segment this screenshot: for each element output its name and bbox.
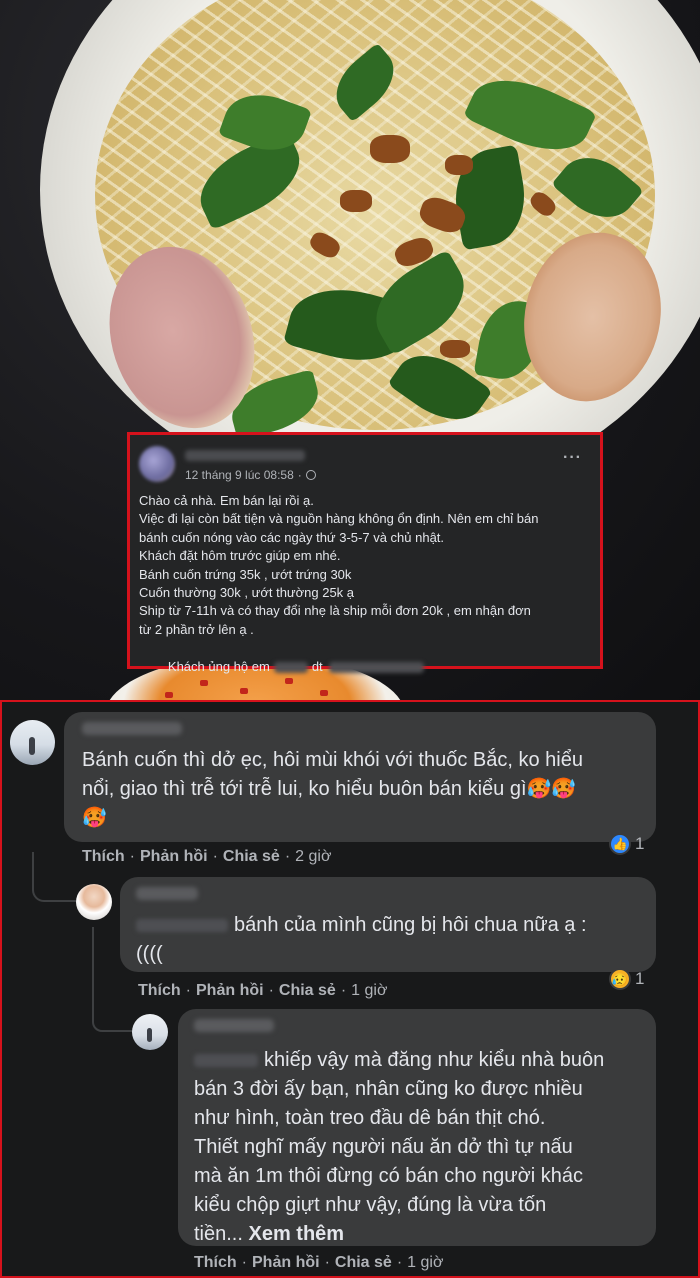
share-button[interactable]: Chia sẻ [279, 982, 336, 1000]
post-line: Cuốn thường 30k , ướt thường 25k ạ [139, 585, 355, 601]
screenshot: 12 tháng 9 lúc 08:58 · ··· Chào cả nhà. … [0, 0, 700, 1278]
redacted-name [273, 661, 308, 673]
comment-line: bánh của mình cũng bị hôi chua nữa ạ : [136, 911, 642, 940]
reaction-count: 1 [635, 834, 645, 853]
reply-button[interactable]: Phản hồi [196, 982, 264, 1000]
comment-bubble: bánh của mình cũng bị hôi chua nữa ạ : (… [120, 877, 656, 972]
commenter-name-redacted[interactable] [82, 722, 182, 735]
comment-bubble: khiếp vậy mà đăng như kiểu nhà buôn bán … [178, 1009, 656, 1246]
comment-actions: Thích · Phản hồi · Chia sẻ · 2 giờ [82, 848, 331, 866]
fried-shallot [340, 190, 372, 212]
separator: · [396, 1254, 403, 1271]
comment-time[interactable]: 1 giờ [351, 982, 387, 1000]
reply-button[interactable]: Phản hồi [140, 848, 208, 866]
comment-line: tiền... Xem thêm [194, 1220, 642, 1249]
post-line: Việc đi lại còn bất tiện và nguồn hàng k… [139, 511, 539, 527]
post-line: Khách đặt hôm trước giúp em nhé. [139, 548, 341, 564]
share-button[interactable]: Chia sẻ [335, 1254, 392, 1272]
fried-shallot [440, 340, 470, 358]
post-line: Chào cả nhà. Em bán lại rồi ạ. [139, 493, 314, 508]
separator: · [241, 1254, 247, 1271]
redacted-phone [328, 661, 424, 673]
fried-shallot [445, 155, 473, 175]
post-timestamp[interactable]: 12 tháng 9 lúc 08:58 · [185, 468, 316, 482]
like-button[interactable]: Thích [194, 1254, 237, 1272]
post-author-name-redacted [185, 450, 305, 461]
tagged-name-redacted[interactable] [194, 1054, 258, 1068]
tagged-name-redacted[interactable] [136, 919, 228, 933]
comment-time[interactable]: 2 giờ [295, 848, 331, 866]
separator: · [268, 982, 274, 999]
comment-line: kiểu chộp giựt như vậy, đúng là vừa tốn [194, 1194, 547, 1216]
comment-text: bánh của mình cũng bị hôi chua nữa ạ : [234, 914, 587, 936]
comments-section: Bánh cuốn thì dở ẹc, hôi mùi khói với th… [0, 700, 700, 1278]
comment-line: (((( [136, 943, 163, 965]
separator: · [340, 982, 347, 999]
comment-actions: Thích · Phản hồi · Chia sẻ · 1 giờ [194, 1254, 443, 1272]
comment-line: khiếp vậy mà đăng như kiểu nhà buôn [194, 1046, 642, 1075]
facebook-post-card: 12 tháng 9 lúc 08:58 · ··· Chào cả nhà. … [127, 432, 603, 674]
commenter-avatar[interactable] [10, 720, 55, 765]
share-button[interactable]: Chia sẻ [223, 848, 280, 866]
separator: · [324, 1254, 330, 1271]
see-more-link[interactable]: Xem thêm [248, 1223, 344, 1245]
comment-text: khiếp vậy mà đăng như kiểu nhà buôn [264, 1049, 605, 1071]
comment-time[interactable]: 1 giờ [407, 1254, 443, 1272]
comment-line: Bánh cuốn thì dở ẹc, hôi mùi khói với th… [82, 749, 583, 771]
separator: · [185, 982, 191, 999]
thread-connector [32, 852, 34, 854]
more-horizontal-icon[interactable]: ··· [563, 449, 582, 467]
thread-connector [32, 852, 80, 902]
fried-shallot [370, 135, 410, 163]
sad-icon: 😥 [609, 968, 631, 990]
comment-line: bán 3 đời ấy bạn, nhân cũng ko được nhiề… [194, 1078, 583, 1100]
comment-reactions[interactable]: 😥 1 [609, 968, 644, 990]
reaction-count: 1 [635, 969, 645, 988]
post-text: Chào cả nhà. Em bán lại rồi ạ. Việc đi l… [139, 492, 599, 694]
separator: · [129, 848, 135, 865]
comment-actions: Thích · Phản hồi · Chia sẻ · 1 giờ [138, 982, 387, 1000]
comment-line: Thiết nghĩ mấy người nấu ăn dở thì tự nấ… [194, 1136, 573, 1158]
comment-text: tiền... [194, 1223, 243, 1245]
comment-line: nổi, giao thì trễ tới trễ lui, ko hiểu b… [82, 778, 577, 800]
commenter-name-redacted[interactable] [194, 1019, 274, 1032]
post-line: Bánh cuốn trứng 35k , ướt trứng 30k [139, 566, 352, 582]
comment-line: 🥵 [82, 807, 107, 829]
commenter-avatar[interactable] [76, 884, 112, 920]
post-line-contact: Khách ủng hộ em dt [139, 639, 599, 694]
comment-reactions[interactable]: 👍 1 [609, 833, 644, 855]
contact-prefix: Khách ủng hộ em [167, 658, 270, 674]
comment-line: như hình, toàn treo đầu dê bán thịt chó. [194, 1107, 546, 1129]
post-line: Ship từ 7-11h và có thay đổi nhẹ là ship… [139, 603, 531, 619]
like-button[interactable]: Thích [138, 982, 181, 1000]
post-line: bánh cuốn nóng vào các ngày thứ 3-5-7 và… [139, 529, 445, 545]
post-date-text[interactable]: 12 tháng 9 lúc 08:58 [185, 468, 294, 482]
reply-button[interactable]: Phản hồi [252, 1254, 320, 1272]
commenter-name-redacted[interactable] [136, 887, 198, 900]
separator: · [284, 848, 291, 865]
separator: · [212, 848, 218, 865]
contact-dt: dt [311, 658, 323, 674]
globe-icon [305, 470, 316, 480]
post-author-avatar[interactable] [139, 446, 175, 482]
post-line: từ 2 phần trở lên ạ . [139, 621, 254, 637]
comment-bubble: Bánh cuốn thì dở ẹc, hôi mùi khói với th… [64, 712, 656, 842]
like-button[interactable]: Thích [82, 848, 125, 866]
commenter-avatar[interactable] [132, 1014, 168, 1050]
comment-line: mà ăn 1m thôi đừng có bán cho người khác [194, 1165, 584, 1187]
like-icon: 👍 [609, 833, 631, 855]
